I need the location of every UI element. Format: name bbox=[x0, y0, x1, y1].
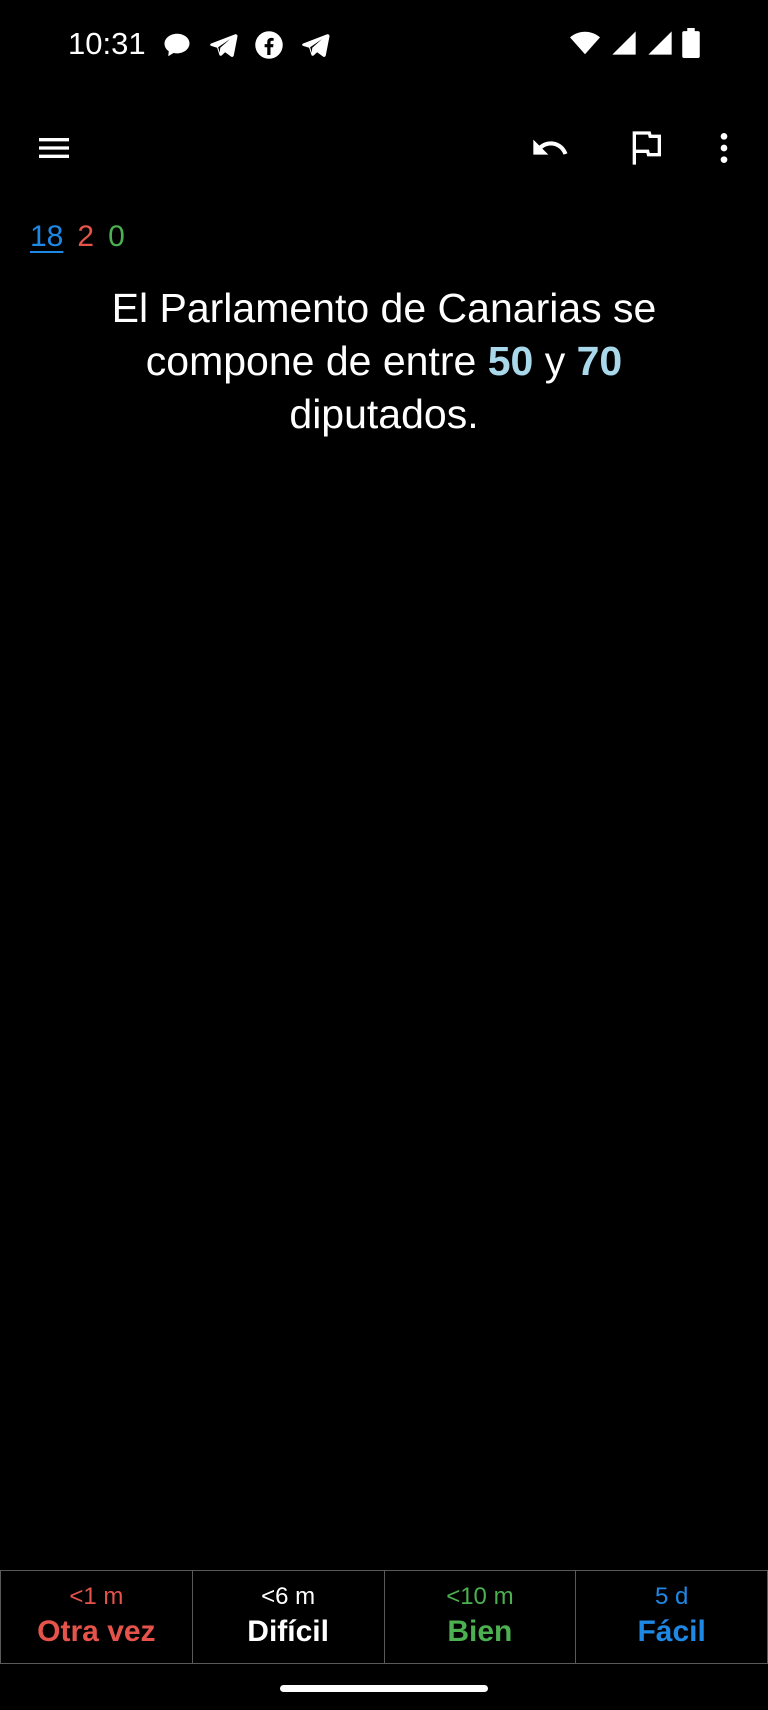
flag-button[interactable] bbox=[608, 110, 684, 186]
signal-icon bbox=[648, 31, 672, 55]
good-interval: <10 m bbox=[446, 1583, 514, 1610]
good-label: Bien bbox=[447, 1615, 513, 1648]
more-options-button[interactable] bbox=[686, 110, 762, 186]
easy-button[interactable]: 5 d Fácil bbox=[576, 1571, 768, 1664]
signal-icon bbox=[612, 31, 636, 55]
card-counts: 18 2 0 bbox=[30, 220, 125, 254]
again-interval: <1 m bbox=[69, 1583, 124, 1610]
telegram-icon bbox=[302, 34, 330, 57]
review-count: 0 bbox=[108, 220, 125, 253]
wifi-icon bbox=[570, 31, 600, 55]
hard-interval: <6 m bbox=[261, 1583, 316, 1610]
again-label: Otra vez bbox=[37, 1615, 156, 1648]
learning-count: 2 bbox=[77, 220, 95, 253]
hard-label: Difícil bbox=[247, 1615, 329, 1648]
new-count: 18 bbox=[30, 220, 64, 253]
undo-button[interactable] bbox=[512, 110, 588, 186]
again-button[interactable]: <1 m Otra vez bbox=[0, 1571, 193, 1664]
question-text: y bbox=[533, 338, 577, 384]
flag-icon bbox=[632, 131, 661, 165]
menu-button[interactable] bbox=[16, 110, 92, 186]
system-icons bbox=[568, 28, 700, 58]
question-text: diputados. bbox=[289, 391, 479, 437]
facebook-icon bbox=[255, 31, 283, 59]
cloze-value: 70 bbox=[576, 338, 623, 384]
status-bar: 10:31 bbox=[0, 0, 768, 90]
cloze-value: 50 bbox=[487, 338, 534, 384]
gesture-nav-handle[interactable] bbox=[280, 1685, 488, 1692]
notification-icons bbox=[162, 30, 330, 60]
chat-bubble-icon bbox=[164, 33, 190, 57]
hard-button[interactable]: <6 m Difícil bbox=[192, 1571, 385, 1664]
answer-bar: <1 m Otra vez <6 m Difícil <10 m Bien 5 … bbox=[0, 1570, 768, 1664]
good-button[interactable]: <10 m Bien bbox=[384, 1571, 577, 1664]
easy-label: Fácil bbox=[637, 1615, 706, 1648]
telegram-icon bbox=[210, 34, 238, 57]
undo-icon bbox=[533, 139, 568, 155]
toolbar bbox=[0, 110, 768, 186]
menu-icon bbox=[39, 138, 69, 158]
easy-interval: 5 d bbox=[654, 1583, 689, 1610]
more-vert-icon bbox=[720, 133, 728, 163]
clock: 10:31 bbox=[68, 26, 146, 61]
card-question: El Parlamento de Canarias se compone de … bbox=[60, 282, 708, 441]
battery-icon bbox=[682, 28, 700, 58]
